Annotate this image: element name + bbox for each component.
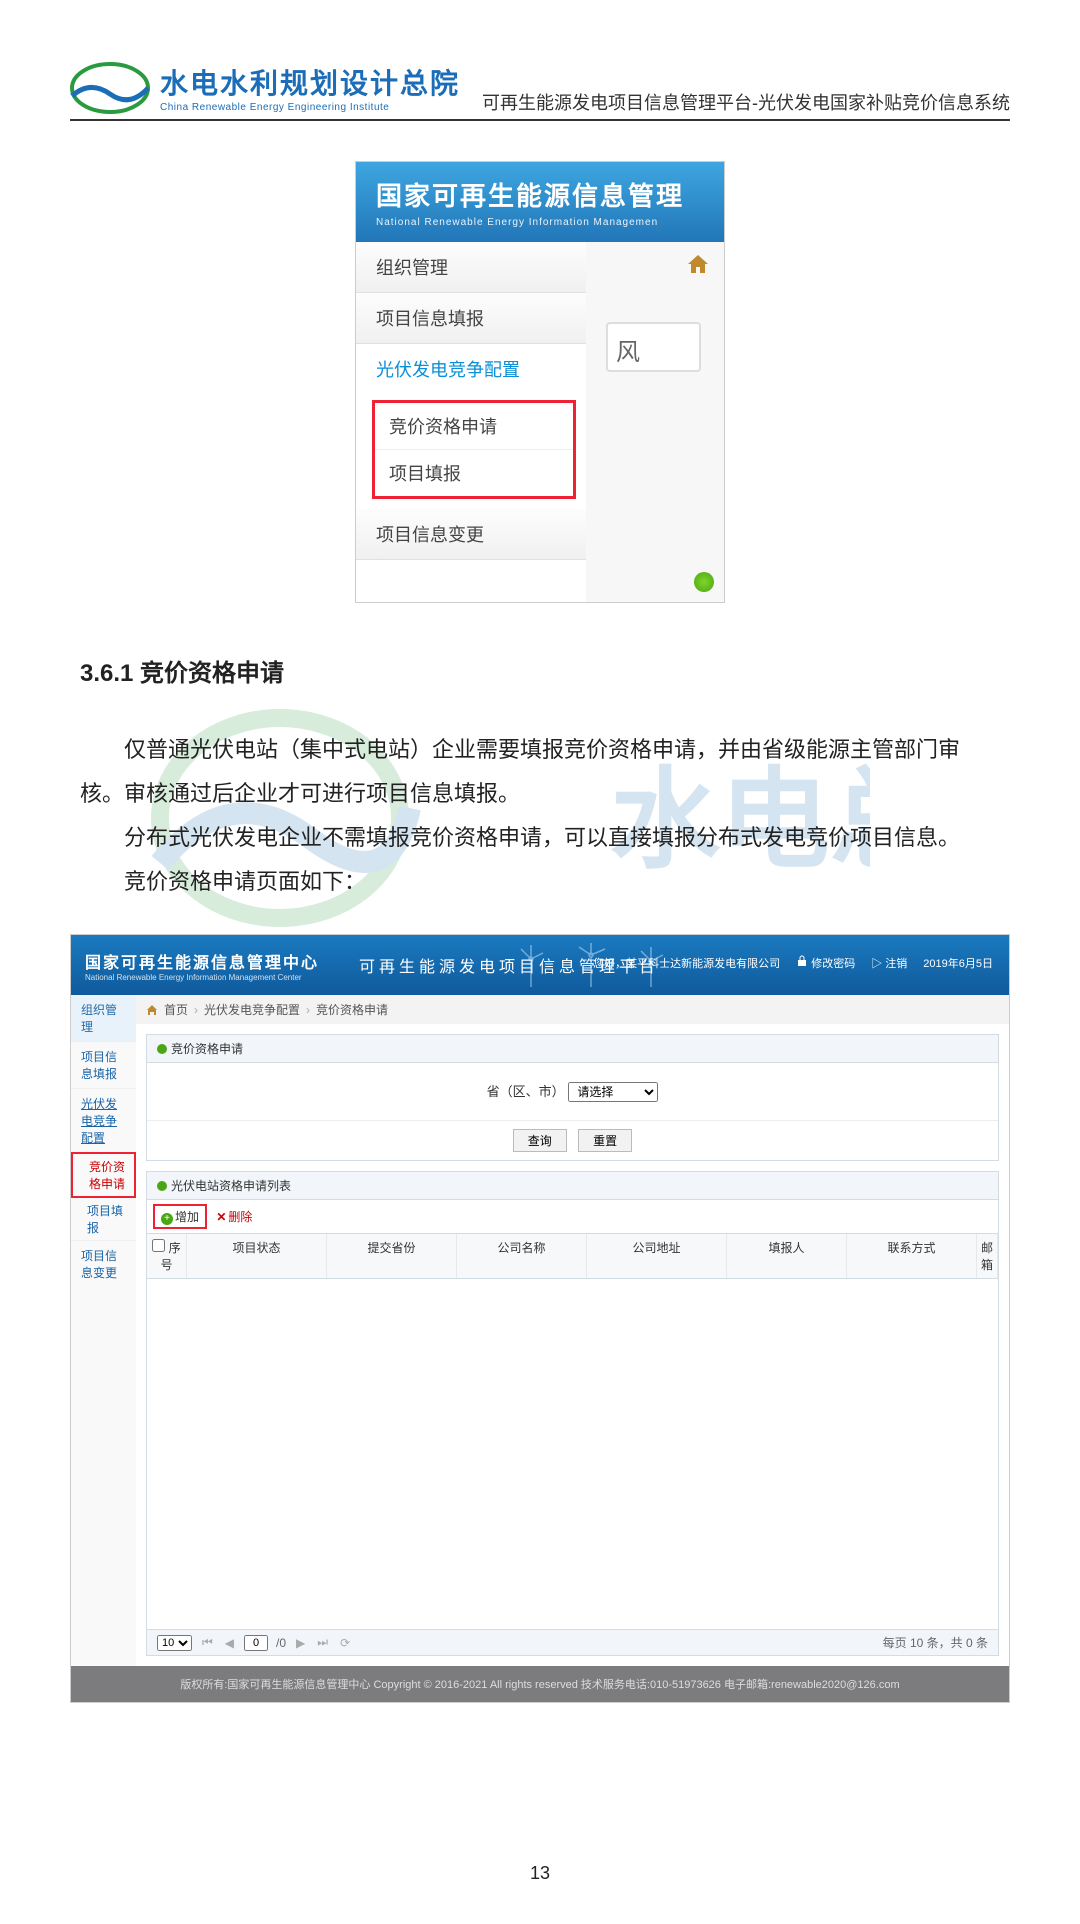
status-dot-icon <box>694 572 714 592</box>
org-name-cn: 水电水利规划设计总院 <box>160 62 460 102</box>
pager-summary: 每页 10 条，共 0 条 <box>883 1634 988 1651</box>
chevron-icon: › <box>194 1003 198 1017</box>
page-input[interactable] <box>244 1635 268 1651</box>
nav-item-pv-config[interactable]: 光伏发电竞争配置 <box>356 344 586 394</box>
home-icon[interactable] <box>686 252 710 276</box>
body-paragraph-1: 仅普通光伏电站（集中式电站）企业需要填报竞价资格申请，并由省级能源主管部门审核。… <box>80 728 1000 816</box>
chevron-icon: › <box>306 1003 310 1017</box>
banner-title-en: National Renewable Energy Information Ma… <box>376 217 704 228</box>
banner-title-cn: 国家可再生能源信息管理 <box>376 176 704 213</box>
add-button-highlighted[interactable]: +增加 <box>153 1204 207 1229</box>
delete-button[interactable]: ✕删除 <box>216 1210 252 1224</box>
section-body: 水电总院 仅普通光伏电站（集中式电站）企业需要填报竞价资格申请，并由省级能源主管… <box>70 728 1010 904</box>
col-company: 公司名称 <box>457 1234 587 1278</box>
table-header: 序号 项目状态 提交省份 公司名称 公司地址 填报人 联系方式 邮箱 <box>147 1234 998 1279</box>
breadcrumb: 首页 › 光伏发电竞争配置 › 竞价资格申请 <box>136 995 1009 1024</box>
nav-item-info-change[interactable]: 项目信息变更 <box>356 509 586 560</box>
col-filler: 填报人 <box>727 1234 847 1278</box>
body-paragraph-2: 分布式光伏发电企业不需填报竞价资格申请，可以直接填报分布式发电竞价项目信息。 <box>80 816 1000 860</box>
sidebar-item-project-info[interactable]: 项目信息填报 <box>71 1041 136 1088</box>
nav-item-project-info[interactable]: 项目信息填报 <box>356 293 586 344</box>
content-panel-fragment: 风 <box>606 322 701 372</box>
sidebar: 组织管理 项目信息填报 光伏发电竞争配置 竞价资格申请 项目填报 项目信息变更 <box>71 995 136 1666</box>
col-province: 提交省份 <box>327 1234 457 1278</box>
crumb-home[interactable]: 首页 <box>164 1001 188 1018</box>
crumb-bid-qualify: 竞价资格申请 <box>316 1001 388 1018</box>
subnav-project-fill[interactable]: 项目填报 <box>375 449 573 496</box>
page-number: 13 <box>70 1863 1010 1884</box>
crumb-pv-config[interactable]: 光伏发电竞争配置 <box>204 1001 300 1018</box>
org-name-en: China Renewable Energy Engineering Insti… <box>160 102 460 113</box>
page-total: /0 <box>276 1636 286 1650</box>
topbar-logo-cn: 国家可再生能源信息管理中心 <box>85 949 319 973</box>
first-page-button[interactable]: ⏮ <box>200 1635 215 1650</box>
logout-link[interactable]: ▷ 注销 <box>871 955 907 971</box>
topbar-right: 您好，某平科士达新能源发电有限公司 修改密码 ▷ 注销 2019年6月5日 <box>593 955 993 971</box>
header-left: CREEI 水电水利规划设计总院 China Renewable Energy … <box>70 60 460 115</box>
user-greeting: 您好，某平科士达新能源发电有限公司 <box>593 955 780 971</box>
prev-page-button[interactable]: ◀ <box>223 1636 236 1650</box>
topbar-logo-en: National Renewable Energy Information Ma… <box>85 973 319 982</box>
logo-text: CREEI <box>90 70 130 85</box>
sidebar-item-pv-config[interactable]: 光伏发电竞争配置 <box>71 1088 136 1152</box>
query-button[interactable]: 查询 <box>513 1129 567 1152</box>
table-body-empty <box>147 1279 998 1629</box>
highlighted-submenu: 竞价资格申请 项目填报 <box>372 400 576 499</box>
add-icon: + <box>161 1213 173 1225</box>
filter-panel: 竞价资格申请 省（区、市） 请选择 查询 重置 <box>146 1034 999 1161</box>
app-topbar: 国家可再生能源信息管理中心 National Renewable Energy … <box>71 935 1009 995</box>
change-password-link[interactable]: 修改密码 <box>796 955 855 971</box>
home-icon[interactable] <box>146 1004 158 1016</box>
content-area-preview: 风 <box>586 242 724 602</box>
col-contact: 联系方式 <box>847 1234 977 1278</box>
body-paragraph-3: 竞价资格申请页面如下： <box>80 860 1000 904</box>
next-page-button[interactable]: ▶ <box>294 1636 307 1650</box>
section-heading: 3.6.1 竞价资格申请 <box>80 653 1010 688</box>
col-address: 公司地址 <box>587 1234 727 1278</box>
reset-button[interactable]: 重置 <box>578 1129 632 1152</box>
sidebar-item-info-change[interactable]: 项目信息变更 <box>71 1240 136 1287</box>
list-panel: 光伏电站资格申请列表 +增加 ✕删除 序号 项目状态 提交省份 公司名称 公司地… <box>146 1171 999 1656</box>
logout-icon: ▷ <box>871 958 882 970</box>
nav-item-org[interactable]: 组织管理 <box>356 242 586 293</box>
delete-icon: ✕ <box>216 1210 226 1224</box>
col-email: 邮箱 <box>977 1234 998 1278</box>
province-select[interactable]: 请选择 <box>568 1082 658 1102</box>
filter-panel-header: 竞价资格申请 <box>147 1035 998 1063</box>
sidebar-header-org[interactable]: 组织管理 <box>71 995 136 1041</box>
app-banner: 国家可再生能源信息管理 National Renewable Energy In… <box>356 162 724 242</box>
status-dot-icon <box>157 1044 167 1054</box>
list-toolbar: +增加 ✕删除 <box>147 1200 998 1234</box>
col-status: 项目状态 <box>187 1234 327 1278</box>
page-size-select[interactable]: 10 <box>157 1635 192 1651</box>
current-date: 2019年6月5日 <box>923 955 993 971</box>
sidebar-sub-project-fill[interactable]: 项目填报 <box>71 1198 136 1240</box>
refresh-button[interactable]: ⟳ <box>338 1636 352 1650</box>
select-all-checkbox[interactable] <box>152 1239 165 1252</box>
list-panel-header: 光伏电站资格申请列表 <box>147 1172 998 1200</box>
creei-logo: CREEI <box>70 60 150 115</box>
pagination: 10 ⏮ ◀ /0 ▶ ⏭ ⟳ 每页 10 条，共 0 条 <box>147 1629 998 1655</box>
status-dot-icon <box>157 1181 167 1191</box>
subnav-bid-qualify[interactable]: 竞价资格申请 <box>375 403 573 449</box>
document-header: CREEI 水电水利规划设计总院 China Renewable Energy … <box>70 60 1010 121</box>
screenshot-app-page: 国家可再生能源信息管理中心 National Renewable Energy … <box>70 934 1010 1703</box>
sidebar-nav: 组织管理 项目信息填报 光伏发电竞争配置 竞价资格申请 项目填报 项目信息变更 <box>356 242 586 602</box>
app-footer: 版权所有:国家可再生能源信息管理中心 Copyright © 2016-2021… <box>71 1666 1009 1702</box>
screenshot-nav-menu: 国家可再生能源信息管理 National Renewable Energy In… <box>355 161 725 603</box>
sidebar-sub-bid-qualify[interactable]: 竞价资格申请 <box>71 1152 136 1198</box>
doc-title: 可再生能源发电项目信息管理平台-光伏发电国家补贴竞价信息系统 <box>482 89 1010 115</box>
last-page-button[interactable]: ⏭ <box>315 1635 330 1650</box>
province-label: 省（区、市） <box>487 1084 565 1099</box>
lock-icon <box>796 955 808 967</box>
